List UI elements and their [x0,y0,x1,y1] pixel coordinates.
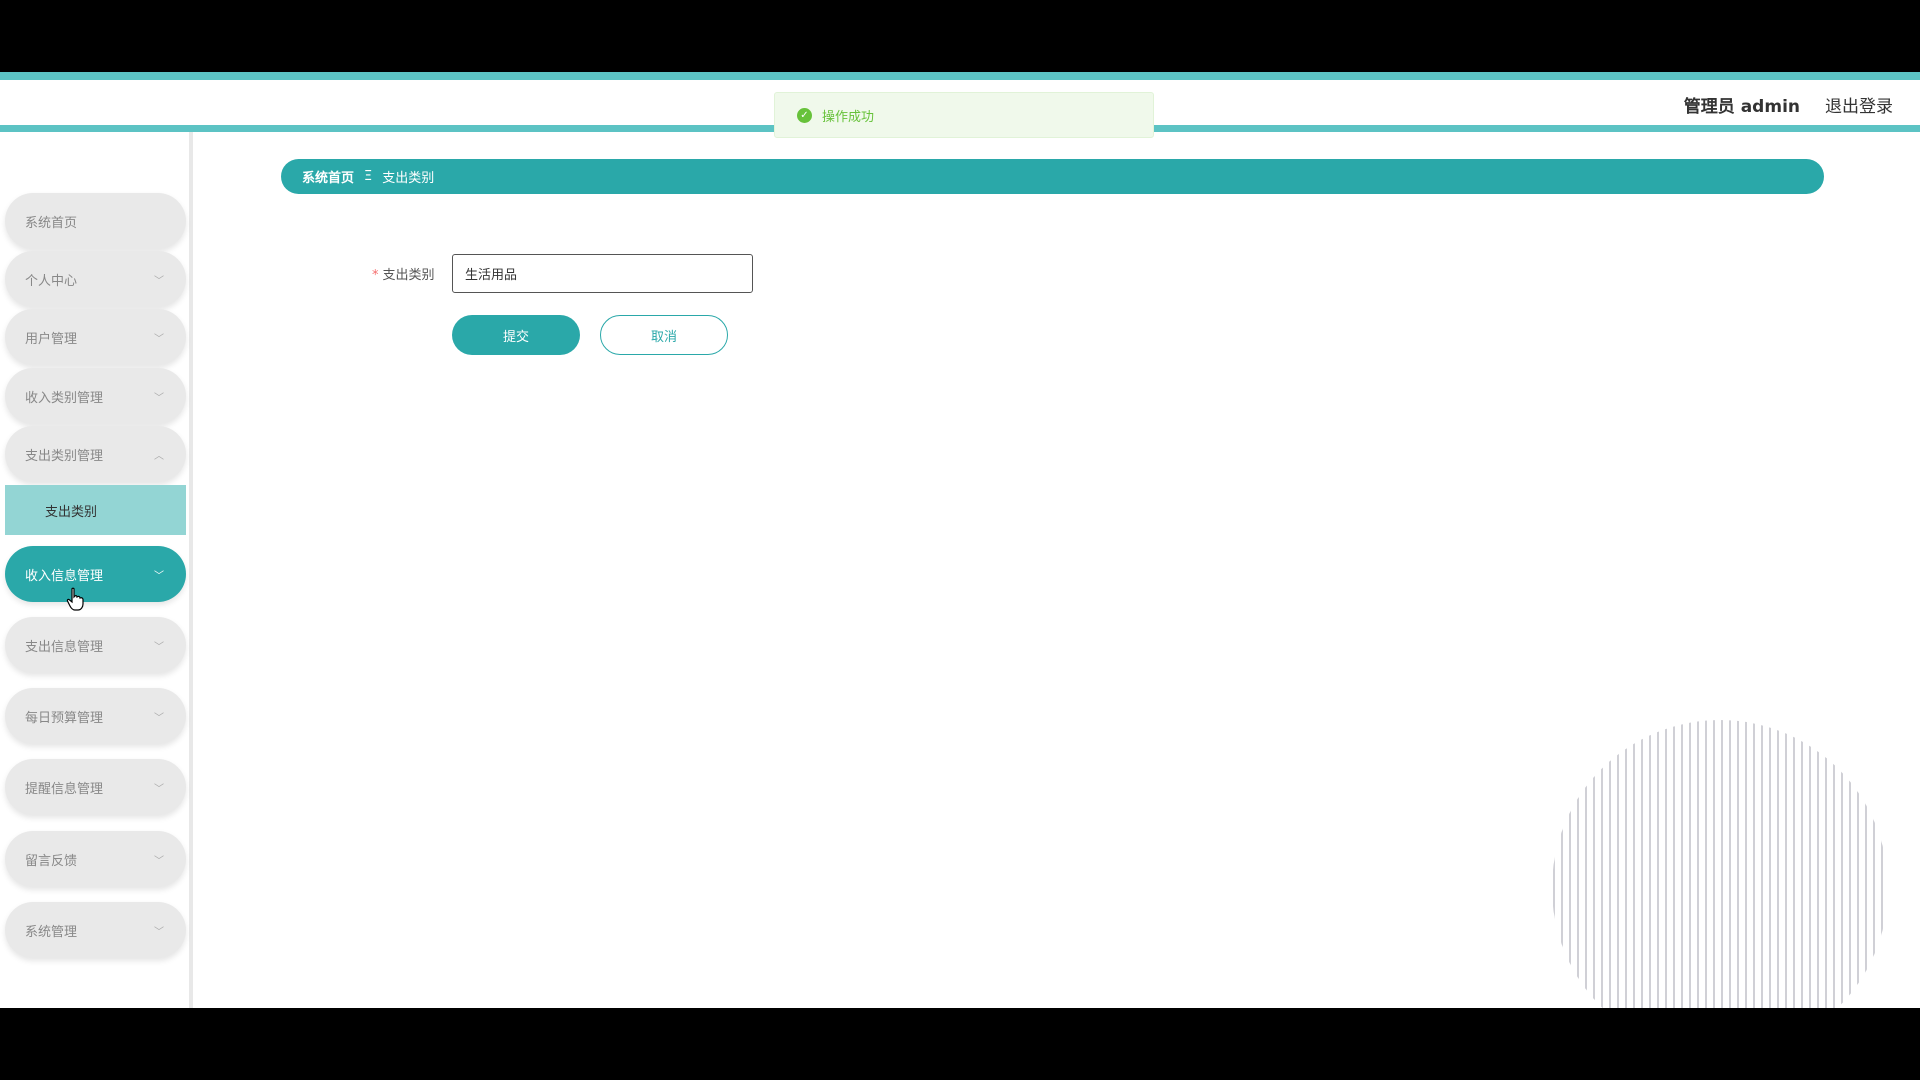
breadcrumb-home[interactable]: 系统首页 [302,167,354,186]
breadcrumb: 系统首页 Ξ 支出类别 [281,159,1824,194]
breadcrumb-separator-icon: Ξ [364,169,373,184]
mouse-pointer-icon [66,587,84,611]
logout-link[interactable]: 退出登录 [1825,92,1893,117]
chevron-down-icon: ﹀ [154,276,164,287]
required-mark: * [372,268,379,283]
sidebar-item-label: 收入类别管理 [25,390,104,406]
cancel-button[interactable]: 取消 [600,315,728,355]
sidebar-item-label: 个人中心 [25,273,78,289]
sidebar-item-label: 收入信息管理 [25,568,104,584]
app-window: 管理员 admin 退出登录 ✓ 操作成功 系统首页 个人中心 ﹀ 用户管理 ﹀… [0,72,1920,1008]
sidebar-item-expense-category[interactable]: 支出类别管理 ︿ [5,426,186,482]
sidebar-item-label: 系统管理 [25,924,78,940]
sidebar-item-label: 支出类别管理 [25,448,104,464]
breadcrumb-current: 支出类别 [382,171,435,186]
sidebar-item-user-management[interactable]: 用户管理 ﹀ [5,309,186,365]
sidebar-item-expense-info[interactable]: 支出信息管理 ﹀ [5,617,186,673]
sidebar-item-label: 每日预算管理 [25,710,104,726]
header-accent-line-top [0,72,1920,80]
sidebar-item-income-category[interactable]: 收入类别管理 ﹀ [5,368,186,424]
chevron-down-icon: ﹀ [154,927,164,938]
expense-category-input[interactable] [452,254,753,293]
chevron-down-icon: ﹀ [154,642,164,653]
chevron-down-icon: ﹀ [154,784,164,795]
chevron-down-icon: ﹀ [154,571,164,582]
sidebar-item-daily-budget[interactable]: 每日预算管理 ﹀ [5,688,186,744]
chevron-up-icon: ︿ [154,451,164,462]
top-letterbox [0,0,1920,72]
chevron-down-icon: ﹀ [154,393,164,404]
check-circle-icon: ✓ [797,107,812,123]
sidebar-item-home[interactable]: 系统首页 [5,193,186,249]
bottom-letterbox [0,1008,1920,1080]
sidebar-item-label: 支出信息管理 [25,639,104,655]
sidebar-item-system-management[interactable]: 系统管理 ﹀ [5,902,186,958]
current-user-label: 管理员 admin [1683,97,1800,117]
sidebar: 系统首页 个人中心 ﹀ 用户管理 ﹀ 收入类别管理 ﹀ 支出类别管理 ︿ 支出类… [0,132,193,1008]
sidebar-item-income-info[interactable]: 收入信息管理 ﹀ [5,546,186,602]
toast-message: 操作成功 [822,109,875,125]
expense-category-label: * 支出类别 [372,264,435,283]
sidebar-item-label: 系统首页 [25,215,78,231]
sidebar-item-label: 留言反馈 [25,853,78,869]
sidebar-item-reminder[interactable]: 提醒信息管理 ﹀ [5,759,186,815]
sidebar-item-label: 提醒信息管理 [25,781,104,797]
submit-button[interactable]: 提交 [452,315,580,355]
chevron-down-icon: ﹀ [154,334,164,345]
sidebar-item-feedback[interactable]: 留言反馈 ﹀ [5,831,186,887]
sidebar-subitem-label: 支出类别 [45,504,98,520]
decorative-striped-circle [1553,720,1883,1008]
chevron-down-icon: ﹀ [154,856,164,867]
sidebar-item-personal-center[interactable]: 个人中心 ﹀ [5,251,186,307]
sidebar-subitem-expense-category[interactable]: 支出类别 [5,485,186,535]
chevron-down-icon: ﹀ [154,713,164,724]
expense-category-label-text: 支出类别 [382,268,435,283]
success-toast: ✓ 操作成功 [774,92,1154,138]
sidebar-item-label: 用户管理 [25,331,78,347]
